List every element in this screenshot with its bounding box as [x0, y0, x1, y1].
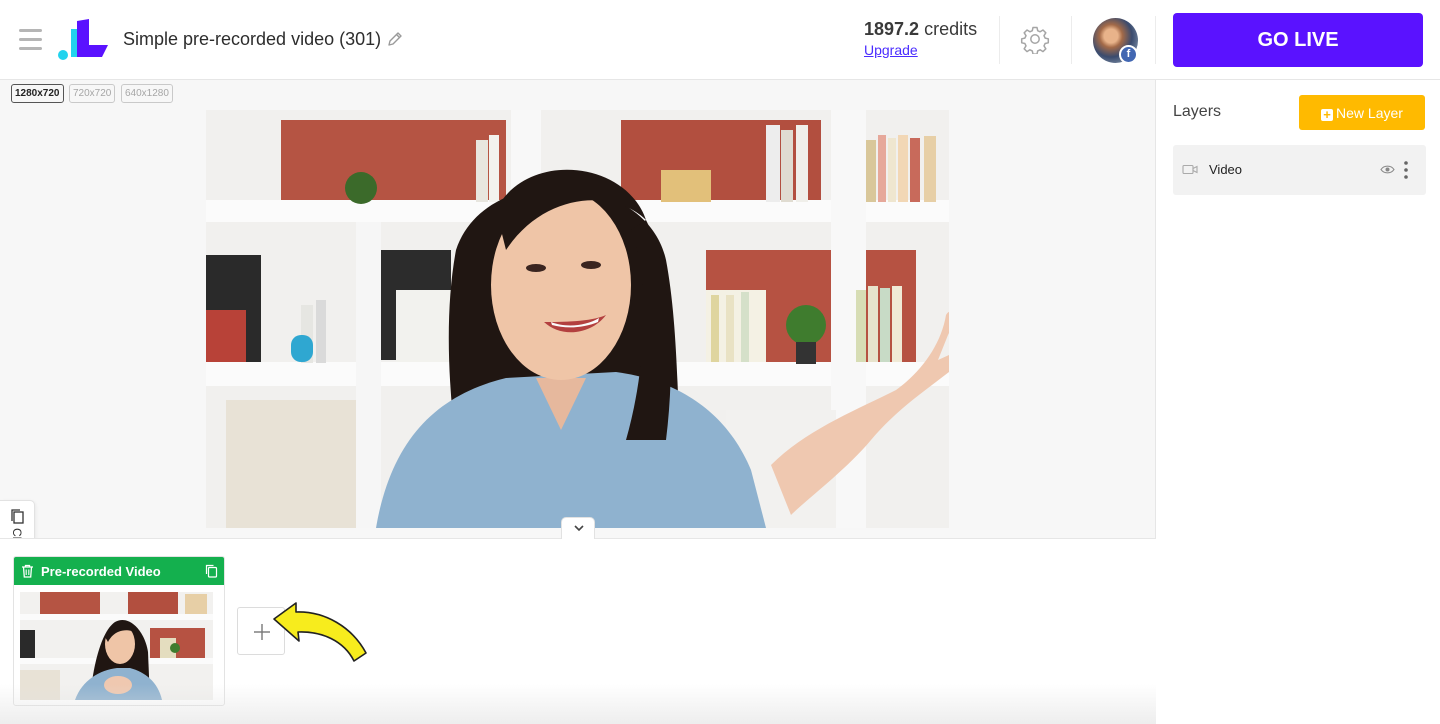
- resolution-720x720-button[interactable]: 720x720: [69, 84, 116, 103]
- trash-icon[interactable]: [21, 564, 34, 578]
- facebook-badge-icon: f: [1119, 45, 1138, 64]
- scene-card[interactable]: Pre-recorded Video: [13, 556, 225, 706]
- eye-icon[interactable]: [1380, 164, 1395, 175]
- plus-square-icon: +: [1321, 108, 1334, 121]
- credits-value: 1897.2: [864, 19, 920, 39]
- hamburger-icon[interactable]: [19, 29, 42, 50]
- header-divider: [1071, 16, 1072, 64]
- header-divider: [999, 16, 1000, 64]
- chevron-down-icon: [574, 525, 584, 532]
- project-title[interactable]: Simple pre-recorded video (301): [123, 29, 381, 50]
- collapse-strip-button[interactable]: [561, 517, 595, 539]
- layers-heading: Layers: [1173, 103, 1222, 120]
- copy-icon[interactable]: [205, 564, 218, 578]
- scene-header: Pre-recorded Video: [14, 557, 224, 585]
- gear-icon[interactable]: [1020, 24, 1050, 54]
- pencil-icon[interactable]: [386, 30, 404, 48]
- scene-strip: Pre-recorded Video: [0, 538, 1156, 724]
- new-layer-button[interactable]: + New Layer: [1299, 95, 1425, 130]
- upgrade-link[interactable]: Upgrade: [864, 42, 918, 58]
- canvas-area: 1280x720 720x720 640x1280: [0, 80, 1156, 552]
- layer-name: Video: [1209, 162, 1243, 177]
- video-preview[interactable]: [206, 110, 949, 528]
- copy-icon: [11, 509, 24, 524]
- top-bar: Simple pre-recorded video (301) 1897.2 c…: [0, 0, 1440, 80]
- resolution-1280x720-button[interactable]: 1280x720: [11, 84, 64, 103]
- layer-item-video[interactable]: Video: [1173, 145, 1426, 195]
- credits-unit: credits: [924, 19, 978, 39]
- layers-panel: Layers + New Layer Video: [1157, 80, 1440, 723]
- plus-icon: [254, 624, 270, 640]
- app-logo[interactable]: [58, 19, 110, 61]
- header-divider: [1155, 16, 1156, 64]
- scene-thumbnail[interactable]: [20, 592, 213, 700]
- credits-balance: 1897.2 credits: [864, 19, 977, 40]
- new-layer-label: New Layer: [1336, 104, 1403, 121]
- scene-title: Pre-recorded Video: [41, 564, 161, 579]
- yellow-arrow-icon: [273, 602, 367, 662]
- video-camera-icon: [1182, 164, 1198, 175]
- go-live-button[interactable]: GO LIVE: [1173, 13, 1423, 67]
- kebab-icon[interactable]: [1403, 160, 1409, 180]
- resolution-640x1280-button[interactable]: 640x1280: [121, 84, 173, 103]
